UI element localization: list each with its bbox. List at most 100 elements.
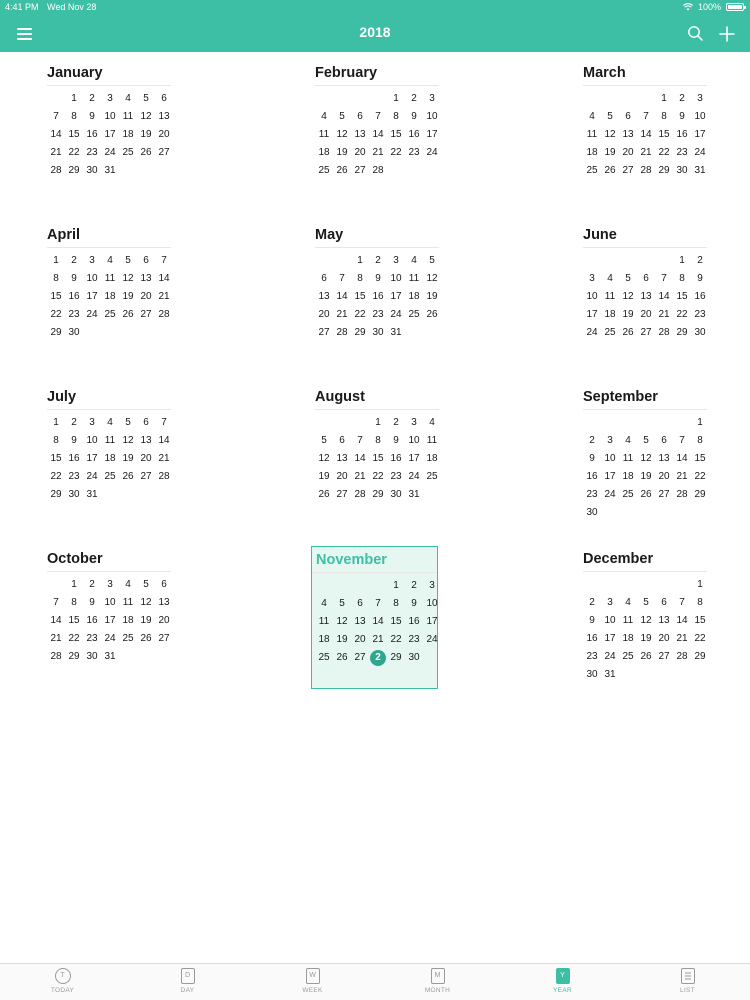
day-cell[interactable]: 25 <box>101 306 119 324</box>
day-cell[interactable]: 21 <box>155 450 173 468</box>
day-cell[interactable]: 23 <box>583 648 601 666</box>
day-cell[interactable]: 18 <box>583 144 601 162</box>
day-cell[interactable]: 20 <box>333 468 351 486</box>
day-cell[interactable]: 25 <box>619 486 637 504</box>
day-cell[interactable]: 2 <box>83 90 101 108</box>
day-cell[interactable]: 24 <box>101 144 119 162</box>
day-cell[interactable]: 31 <box>101 648 119 666</box>
day-cell[interactable]: 29 <box>65 648 83 666</box>
day-cell[interactable]: 27 <box>137 306 155 324</box>
day-cell[interactable]: 8 <box>387 595 405 613</box>
day-cell[interactable]: 13 <box>155 108 173 126</box>
day-cell[interactable]: 7 <box>673 432 691 450</box>
day-cell[interactable]: 9 <box>83 594 101 612</box>
day-cell[interactable]: 27 <box>315 324 333 342</box>
day-cell[interactable]: 11 <box>119 108 137 126</box>
day-cell[interactable]: 6 <box>155 576 173 594</box>
day-cell[interactable]: 18 <box>423 450 441 468</box>
day-cell[interactable]: 27 <box>155 144 173 162</box>
day-cell[interactable]: 11 <box>423 432 441 450</box>
day-cell[interactable]: 29 <box>65 162 83 180</box>
day-cell[interactable]: 27 <box>351 649 369 667</box>
day-cell[interactable]: 20 <box>155 126 173 144</box>
day-cell[interactable]: 16 <box>83 612 101 630</box>
day-cell[interactable]: 8 <box>47 270 65 288</box>
day-cell[interactable]: 24 <box>423 631 441 649</box>
day-cell[interactable]: 13 <box>333 450 351 468</box>
month-june[interactable]: June 1 2 3 4 5 6 7 8 9 10 11 12 13 14 15 16 17 18 19 20 21 22 2… <box>583 222 707 342</box>
day-cell[interactable]: 27 <box>333 486 351 504</box>
day-cell[interactable]: 22 <box>351 306 369 324</box>
day-cell[interactable]: 4 <box>423 414 441 432</box>
day-cell[interactable]: 13 <box>619 126 637 144</box>
month-february[interactable]: February 1 2 3 4 5 6 7 8 9 10 11 12 13 14 15 16 17 18 19 20 2… <box>315 60 439 180</box>
day-cell[interactable]: 16 <box>673 126 691 144</box>
day-cell[interactable]: 2 <box>65 252 83 270</box>
day-cell[interactable]: 17 <box>691 126 709 144</box>
day-cell[interactable]: 14 <box>333 288 351 306</box>
day-cell[interactable]: 5 <box>137 576 155 594</box>
day-cell[interactable]: 9 <box>65 432 83 450</box>
day-cell[interactable]: 27 <box>637 324 655 342</box>
day-cell[interactable]: 26 <box>137 630 155 648</box>
day-cell[interactable]: 31 <box>83 486 101 504</box>
day-cell[interactable]: 10 <box>101 108 119 126</box>
day-cell[interactable]: 3 <box>101 576 119 594</box>
day-cell[interactable]: 16 <box>691 288 709 306</box>
day-cell[interactable]: 23 <box>405 631 423 649</box>
day-cell[interactable]: 17 <box>101 612 119 630</box>
day-cell[interactable]: 15 <box>387 126 405 144</box>
day-cell[interactable]: 17 <box>83 450 101 468</box>
day-cell[interactable]: 1 <box>673 252 691 270</box>
day-cell[interactable]: 23 <box>583 486 601 504</box>
tab-week[interactable]: W WEEK <box>250 964 375 1000</box>
day-cell[interactable]: 15 <box>47 450 65 468</box>
day-cell[interactable]: 2 <box>673 90 691 108</box>
day-cell[interactable]: 3 <box>101 90 119 108</box>
day-cell[interactable]: 2 <box>65 414 83 432</box>
day-cell[interactable]: 9 <box>387 432 405 450</box>
day-cell[interactable]: 11 <box>119 594 137 612</box>
day-cell[interactable]: 3 <box>601 594 619 612</box>
day-cell[interactable]: 23 <box>65 468 83 486</box>
day-cell[interactable]: 1 <box>65 90 83 108</box>
day-cell[interactable]: 29 <box>691 648 709 666</box>
day-cell[interactable]: 15 <box>351 288 369 306</box>
day-cell[interactable]: 4 <box>315 108 333 126</box>
day-cell[interactable]: 24 <box>101 630 119 648</box>
day-cell[interactable]: 11 <box>601 288 619 306</box>
add-event-button[interactable] <box>716 23 738 45</box>
day-cell[interactable]: 24 <box>601 648 619 666</box>
day-cell[interactable]: 3 <box>423 90 441 108</box>
day-cell[interactable]: 21 <box>369 631 387 649</box>
day-cell[interactable]: 22 <box>387 144 405 162</box>
day-cell[interactable]: 18 <box>315 631 333 649</box>
day-cell[interactable]: 23 <box>387 468 405 486</box>
day-cell[interactable]: 29 <box>673 324 691 342</box>
day-cell[interactable]: 19 <box>423 288 441 306</box>
day-cell[interactable]: 15 <box>691 450 709 468</box>
day-cell[interactable]: 23 <box>83 630 101 648</box>
day-cell[interactable]: 7 <box>637 108 655 126</box>
day-cell[interactable]: 20 <box>155 612 173 630</box>
day-cell[interactable]: 12 <box>619 288 637 306</box>
day-cell[interactable]: 7 <box>369 108 387 126</box>
day-cell[interactable]: 26 <box>423 306 441 324</box>
day-cell[interactable]: 28 <box>655 324 673 342</box>
day-cell[interactable]: 15 <box>673 288 691 306</box>
day-cell[interactable]: 15 <box>387 613 405 631</box>
day-cell[interactable]: 23 <box>83 144 101 162</box>
day-cell[interactable]: 9 <box>369 270 387 288</box>
day-cell[interactable]: 24 <box>83 306 101 324</box>
day-cell[interactable]: 14 <box>369 126 387 144</box>
day-cell[interactable]: 19 <box>601 144 619 162</box>
day-cell[interactable]: 13 <box>655 450 673 468</box>
day-cell[interactable]: 7 <box>155 414 173 432</box>
day-cell[interactable]: 17 <box>101 126 119 144</box>
day-cell[interactable]: 6 <box>351 595 369 613</box>
day-cell[interactable]: 19 <box>315 468 333 486</box>
search-icon[interactable] <box>686 24 706 44</box>
day-cell[interactable]: 1 <box>691 576 709 594</box>
menu-button[interactable] <box>14 25 36 43</box>
day-cell[interactable]: 10 <box>691 108 709 126</box>
